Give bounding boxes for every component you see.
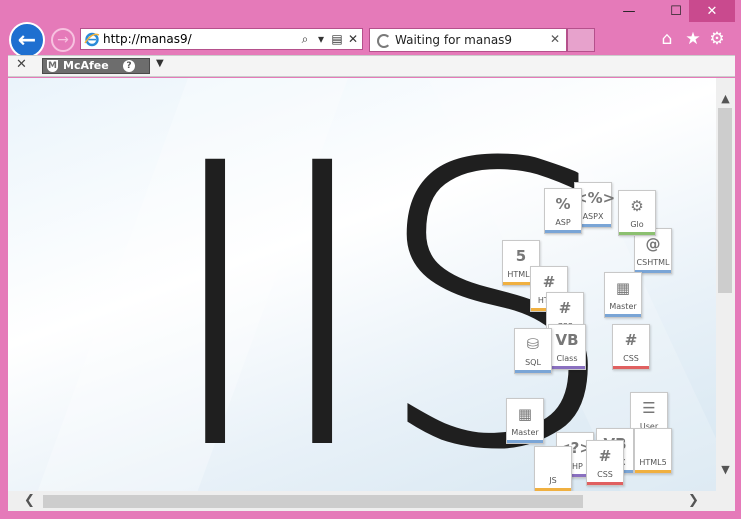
addon-toolbar: ✕ M McAfee ? ▼	[8, 55, 735, 77]
file-type-icon: HTML5	[634, 428, 672, 474]
mcafee-button[interactable]: M McAfee ?	[42, 58, 150, 74]
file-label: CSS	[623, 354, 639, 363]
stop-icon[interactable]: ✕	[346, 31, 360, 47]
file-icon-cluster: <%>ASPX@CSHTML5HTML5#HTML#CSSVBClass▦Mas…	[8, 78, 716, 491]
file-glyph: 5	[515, 247, 527, 265]
chevron-down-icon[interactable]: ▾	[314, 31, 328, 47]
file-label: HTML5	[639, 458, 667, 467]
scroll-left-icon[interactable]: ❮	[24, 493, 35, 508]
file-label: SQL	[525, 358, 541, 367]
file-color-bar	[613, 366, 649, 369]
file-label: CSS	[597, 470, 613, 479]
file-color-bar	[507, 440, 543, 443]
file-color-bar	[587, 482, 623, 485]
scroll-up-icon[interactable]: ▲	[716, 92, 735, 105]
file-glyph: @	[645, 235, 661, 253]
help-icon[interactable]: ?	[123, 60, 135, 72]
back-button[interactable]: ←	[9, 22, 45, 58]
file-color-bar	[515, 370, 551, 373]
file-type-icon: JS	[534, 446, 572, 491]
file-label: Glo	[630, 220, 644, 229]
mcafee-label: McAfee	[63, 59, 109, 72]
file-type-icon: # CSS	[586, 440, 624, 486]
file-glyph: #	[598, 447, 612, 465]
forward-arrow-icon: →	[57, 32, 69, 48]
file-glyph: ▦	[517, 405, 533, 423]
file-type-icon: VB Class	[548, 324, 586, 370]
file-color-bar	[619, 232, 655, 235]
file-type-icon: ⛁ SQL	[514, 328, 552, 374]
file-type-icon: # CSS	[612, 324, 650, 370]
back-arrow-icon: ←	[17, 27, 37, 53]
loading-spinner-icon	[377, 34, 391, 48]
file-type-icon: ⚙ Glo	[618, 190, 656, 236]
file-label: CSHTML	[636, 258, 670, 267]
mcafee-shield-icon: M	[47, 60, 58, 72]
scroll-right-icon[interactable]: ❯	[688, 493, 699, 508]
tools-gear-icon[interactable]: ⚙	[706, 28, 728, 50]
file-glyph: VB	[555, 331, 579, 349]
mcafee-menu-icon[interactable]: ▼	[156, 58, 164, 69]
file-color-bar	[549, 366, 585, 369]
tab-active[interactable]: Waiting for manas9 ✕	[369, 28, 567, 52]
file-label: Class	[556, 354, 578, 363]
vertical-scrollbar[interactable]: ▲ ▼	[716, 78, 735, 491]
file-glyph: %	[555, 195, 571, 213]
file-color-bar	[605, 314, 641, 317]
file-label: Master	[511, 428, 539, 437]
ie-logo-icon	[84, 32, 100, 47]
page-content: IIS <%>ASPX@CSHTML5HTML5#HTML#CSSVBClass…	[8, 78, 716, 491]
close-toolbar-icon[interactable]: ✕	[16, 57, 27, 72]
file-glyph: #	[558, 299, 572, 317]
close-window-button[interactable]: ✕	[689, 0, 735, 22]
file-glyph: ▦	[615, 279, 631, 297]
file-label: JS	[549, 476, 557, 485]
browser-window: — ☐ ✕ ← → ⌕ ▾ ▤ ✕ Waiting for manas9 ✕ ⌂…	[0, 0, 741, 519]
scroll-down-icon[interactable]: ▼	[716, 463, 735, 476]
file-glyph: #	[624, 331, 638, 349]
address-bar[interactable]: ⌕ ▾ ▤ ✕	[80, 28, 363, 50]
file-label: ASP	[555, 218, 571, 227]
close-tab-icon[interactable]: ✕	[550, 32, 560, 46]
file-glyph: ⚙	[630, 197, 644, 215]
file-glyph: ⛁	[526, 335, 540, 353]
minimize-button[interactable]: —	[613, 0, 645, 22]
home-icon[interactable]: ⌂	[656, 28, 678, 50]
url-input[interactable]	[103, 31, 293, 47]
file-glyph: ☰	[642, 399, 656, 417]
search-icon[interactable]: ⌕	[298, 31, 312, 47]
compatibility-view-icon[interactable]: ▤	[330, 31, 344, 47]
scrollbar-corner	[716, 491, 735, 511]
new-tab-button[interactable]	[567, 28, 595, 52]
forward-button[interactable]: →	[51, 28, 75, 52]
file-type-icon: ▦ Master	[604, 272, 642, 318]
file-color-bar	[635, 470, 671, 473]
file-type-icon: % ASP	[544, 188, 582, 234]
favorites-star-icon[interactable]: ★	[682, 28, 704, 50]
vertical-scroll-thumb[interactable]	[718, 108, 732, 293]
file-glyph: #	[542, 273, 556, 291]
file-type-icon: ▦ Master	[506, 398, 544, 444]
horizontal-scroll-thumb[interactable]	[43, 495, 583, 508]
tab-title: Waiting for manas9	[395, 33, 513, 47]
maximize-button[interactable]: ☐	[660, 0, 692, 22]
file-label: Master	[609, 302, 637, 311]
file-color-bar	[545, 230, 581, 233]
horizontal-scrollbar[interactable]: ❮ ❯	[8, 491, 716, 511]
